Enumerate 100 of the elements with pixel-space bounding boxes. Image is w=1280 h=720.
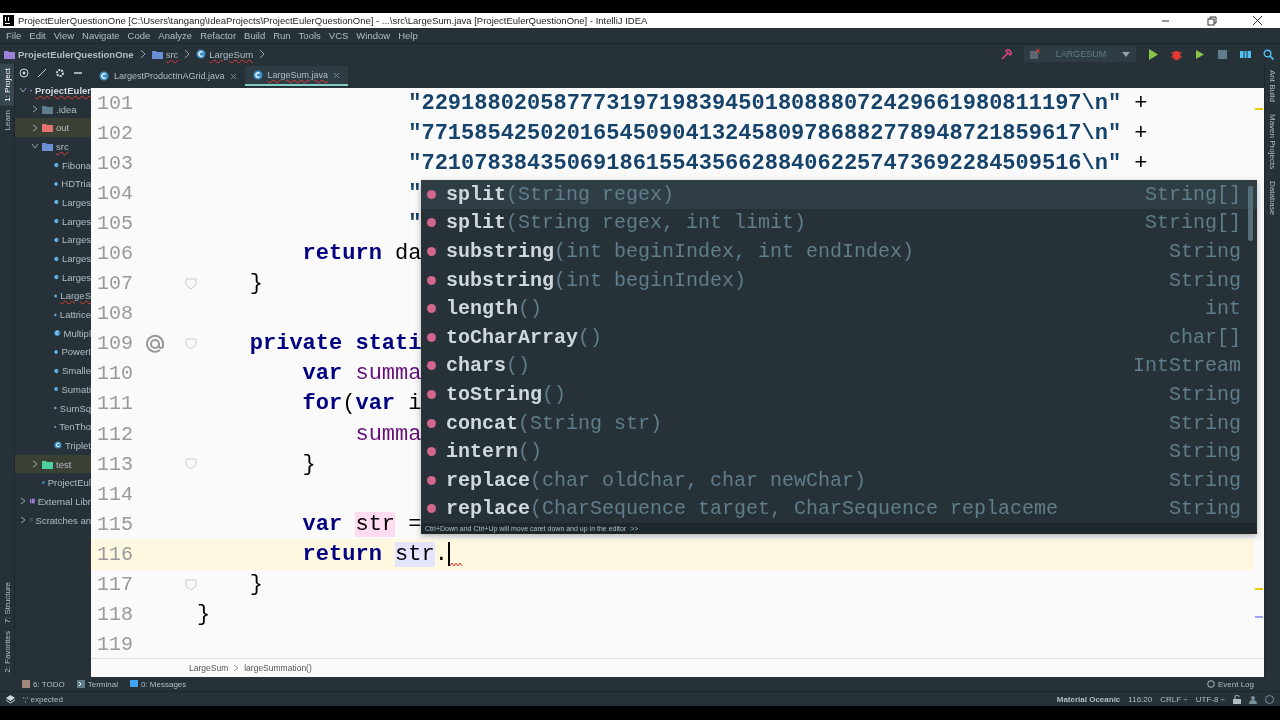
run-coverage-icon[interactable] bbox=[1194, 48, 1205, 60]
tree-item[interactable]: HDTria bbox=[15, 174, 91, 194]
caret-position[interactable]: 116:20 bbox=[1128, 694, 1153, 704]
tool-window-tab[interactable]: Learn bbox=[0, 105, 14, 135]
nav-crumb[interactable]: ProjectEulerQuestionOne bbox=[4, 48, 134, 60]
tree-item[interactable]: Larges bbox=[15, 249, 91, 268]
search-icon[interactable] bbox=[1263, 48, 1274, 60]
line-separator[interactable]: CRLF ÷ bbox=[1160, 694, 1188, 704]
tree-item[interactable]: out bbox=[15, 118, 91, 138]
menu-item[interactable]: Analyze bbox=[154, 30, 197, 41]
tool-window-tab[interactable]: Ant Build bbox=[1268, 64, 1277, 109]
completion-item[interactable]: substring(int beginIndex, int endIndex) String bbox=[421, 237, 1257, 266]
tree-item[interactable]: Triplet bbox=[15, 436, 91, 455]
collapse-icon[interactable] bbox=[37, 67, 47, 78]
grid-icon[interactable] bbox=[1240, 48, 1251, 60]
tool-window-tab[interactable]: Maven Projects bbox=[1268, 108, 1277, 176]
code-line: var summa bbox=[301, 361, 422, 387]
scrollbar-thumb[interactable] bbox=[1248, 186, 1253, 241]
tree-item[interactable]: Sumati bbox=[15, 380, 91, 399]
tree-item[interactable]: Lattrice bbox=[15, 305, 91, 324]
chevron-right-icon[interactable] bbox=[31, 460, 39, 469]
chevron-down-icon[interactable] bbox=[31, 142, 39, 151]
tree-item[interactable]: Larges bbox=[15, 267, 91, 287]
menu-item[interactable]: Run bbox=[269, 30, 295, 41]
tree-item[interactable]: Scratches an bbox=[15, 510, 91, 530]
editor-tab[interactable]: LargestProductInAGrid.java bbox=[91, 66, 245, 86]
terminal-icon bbox=[76, 680, 85, 688]
menu-item[interactable]: Help bbox=[394, 30, 422, 41]
completion-item[interactable]: replace(char oldChar, char newChar) String bbox=[421, 465, 1257, 495]
menu-item[interactable]: VCS bbox=[324, 30, 353, 41]
menu-item[interactable]: Navigate bbox=[78, 30, 124, 41]
tree-item[interactable]: External Libr bbox=[15, 492, 91, 511]
menu-item[interactable]: File bbox=[2, 30, 26, 41]
completion-item[interactable]: intern() String bbox=[421, 437, 1257, 466]
chevron-right-icon[interactable] bbox=[19, 497, 27, 506]
completion-item[interactable]: split(String regex, int limit) String[] bbox=[421, 208, 1257, 238]
tool-window-button[interactable]: 6: TODO bbox=[22, 679, 65, 689]
person-icon[interactable] bbox=[1249, 694, 1257, 704]
chevron-right-icon[interactable] bbox=[31, 123, 39, 132]
menu-item[interactable]: Code bbox=[123, 30, 155, 41]
stop-icon[interactable] bbox=[1217, 48, 1228, 60]
nav-crumb[interactable]: LargeSum bbox=[196, 48, 254, 60]
menu-item[interactable]: Build bbox=[240, 30, 270, 41]
completion-item[interactable]: length() int bbox=[421, 294, 1257, 323]
hammer-icon[interactable] bbox=[1001, 48, 1012, 60]
tool-window-tab[interactable]: 1: Project bbox=[0, 64, 14, 106]
chevron-down-icon[interactable] bbox=[19, 86, 27, 95]
completion-item[interactable]: concat(String str) String bbox=[421, 408, 1257, 438]
theme-name[interactable]: Material Oceanic bbox=[1056, 694, 1121, 704]
breadcrumb[interactable]: largeSummation() bbox=[244, 663, 312, 673]
tree-item[interactable]: Multipl bbox=[15, 323, 91, 343]
tool-window-tab[interactable]: 7: Structure bbox=[0, 577, 14, 628]
tool-window-button[interactable]: 0: Messages bbox=[129, 679, 187, 689]
caret-down-icon bbox=[1122, 51, 1130, 57]
config-icon bbox=[1030, 49, 1040, 59]
tree-item[interactable]: SumSq bbox=[15, 398, 91, 418]
tree-item[interactable]: PowerI bbox=[15, 342, 91, 362]
tree-item[interactable]: Smalle bbox=[15, 361, 91, 380]
tool-window-button[interactable]: Terminal bbox=[76, 679, 118, 689]
menu-item[interactable]: View bbox=[49, 30, 79, 41]
completion-item[interactable]: chars() IntStream bbox=[421, 351, 1257, 381]
chevron-right-icon[interactable] bbox=[19, 516, 27, 525]
memory-icon[interactable] bbox=[1265, 694, 1274, 704]
completion-item[interactable]: toString() String bbox=[421, 380, 1257, 409]
method-icon bbox=[427, 418, 436, 428]
completion-item[interactable]: substring(int beginIndex) String bbox=[421, 265, 1257, 295]
tree-item[interactable]: ProjectEuler bbox=[15, 81, 91, 100]
layers-icon bbox=[6, 694, 15, 704]
tree-item[interactable]: TenTho bbox=[15, 417, 91, 437]
completion-item[interactable]: toCharArray() char[] bbox=[421, 322, 1257, 352]
tree-item[interactable]: src bbox=[15, 137, 91, 156]
run-icon[interactable] bbox=[1148, 48, 1159, 60]
tool-window-tab[interactable]: 2: Favorites bbox=[0, 627, 14, 677]
menu-item[interactable]: Tools bbox=[294, 30, 325, 41]
line-number: 109 bbox=[96, 332, 133, 356]
tree-item[interactable]: LargeS bbox=[15, 286, 91, 306]
breadcrumb[interactable]: LargeSum bbox=[189, 663, 229, 673]
bug-icon[interactable] bbox=[1171, 48, 1182, 60]
menu-item[interactable]: Edit bbox=[25, 30, 50, 41]
lock-icon[interactable] bbox=[1233, 694, 1241, 704]
event-log-button[interactable]: Event Log bbox=[1206, 679, 1254, 689]
tree-item[interactable]: Fibona bbox=[15, 155, 91, 175]
chevron-right-icon[interactable] bbox=[31, 105, 39, 114]
tool-window-tab[interactable]: Database bbox=[1268, 175, 1277, 222]
menu-item[interactable]: Refactor bbox=[196, 30, 241, 41]
tree-item[interactable]: Larges bbox=[15, 211, 91, 231]
tree-item[interactable]: ProjectEul bbox=[15, 473, 91, 493]
error-squiggle-icon bbox=[449, 561, 462, 568]
tree-item[interactable]: Larges bbox=[15, 193, 91, 212]
file-encoding[interactable]: UTF-8 ÷ bbox=[1195, 694, 1225, 704]
tree-item[interactable]: test bbox=[15, 454, 91, 474]
editor-tab[interactable]: LargeSum.java bbox=[244, 66, 349, 86]
nav-crumb[interactable]: src bbox=[151, 48, 179, 60]
menu-item[interactable]: Window bbox=[352, 30, 395, 41]
settings-icon[interactable] bbox=[55, 67, 65, 78]
completion-item[interactable]: replace(CharSequence target, CharSequence replaceme String bbox=[421, 494, 1257, 524]
tree-item[interactable]: .idea bbox=[15, 99, 91, 119]
tree-item[interactable]: Larges bbox=[15, 230, 91, 250]
target-icon[interactable] bbox=[19, 67, 29, 78]
completion-item[interactable]: split(String regex) String[] bbox=[421, 180, 1257, 209]
